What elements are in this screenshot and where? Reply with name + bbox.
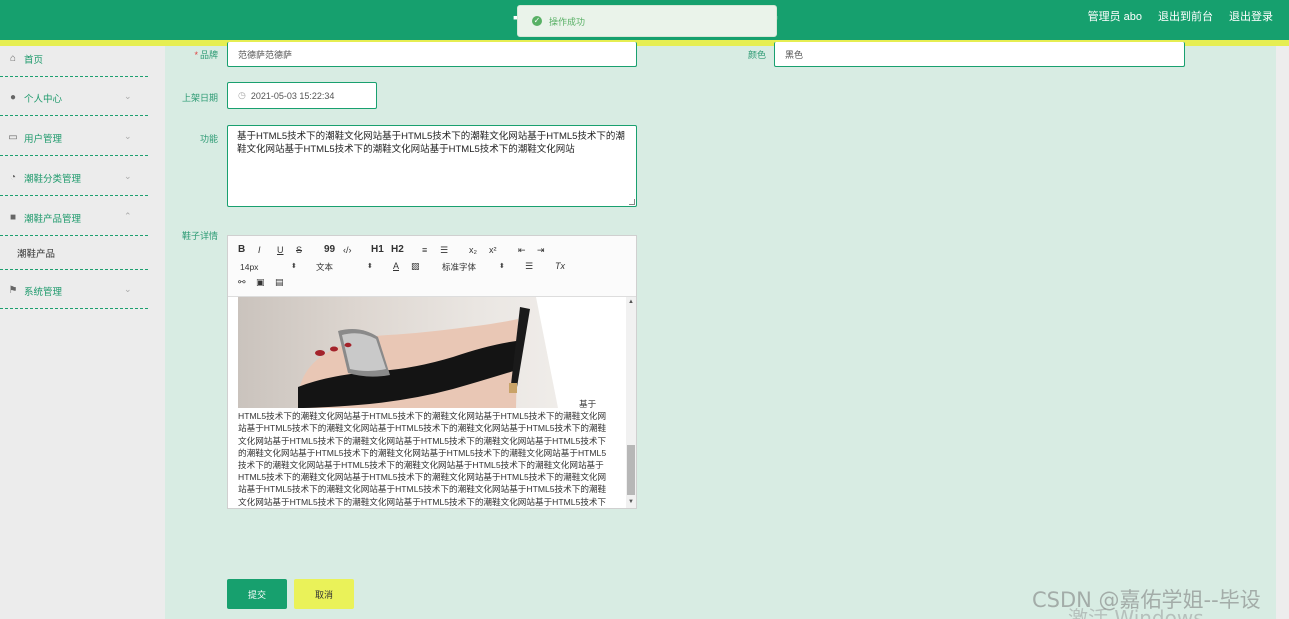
home-icon: ⌂ bbox=[9, 52, 17, 64]
outdent-icon[interactable]: ⇤ bbox=[518, 244, 526, 256]
clock-icon: ◷ bbox=[238, 90, 246, 100]
toast-message: 操作成功 bbox=[549, 16, 586, 27]
id-card-icon: ▭ bbox=[8, 131, 18, 143]
chevron-up-icon: ⌃ bbox=[124, 211, 132, 221]
function-textarea[interactable]: 基于HTML5技术下的潮鞋文化网站基于HTML5技术下的潮鞋文化网站基于HTML… bbox=[227, 125, 637, 207]
logout-link[interactable]: 退出登录 bbox=[1229, 8, 1273, 24]
select-arrow-icon: ⬍ bbox=[291, 263, 297, 270]
scroll-down-icon[interactable]: ▼ bbox=[626, 499, 636, 505]
select-arrow-icon: ⬍ bbox=[499, 263, 505, 270]
csdn-watermark: CSDN @嘉佑学姐--毕设 bbox=[1032, 588, 1261, 612]
sidebar-item-profile[interactable]: ● 个人中心 ⌄ bbox=[0, 80, 148, 116]
page-edge bbox=[1276, 46, 1289, 619]
chevron-down-icon: ⌄ bbox=[124, 171, 132, 181]
sidebar-item-category[interactable]: ◔ 潮鞋分类管理 ⌄ bbox=[0, 160, 148, 196]
superscript-button[interactable]: x² bbox=[489, 244, 497, 256]
dashboard-icon: ◔ bbox=[9, 171, 17, 183]
link-icon[interactable]: ⚯ bbox=[238, 276, 246, 288]
bullet-list-icon[interactable]: ☰ bbox=[440, 244, 448, 256]
video-icon[interactable]: ▤ bbox=[275, 276, 284, 288]
subscript-button[interactable]: x₂ bbox=[469, 244, 477, 256]
sidebar-item-label: 系统管理 bbox=[24, 286, 63, 298]
clear-format-icon[interactable]: Tx bbox=[555, 260, 565, 272]
italic-button[interactable]: I bbox=[258, 244, 261, 256]
chevron-down-icon: ⌄ bbox=[124, 131, 132, 141]
editor-text: 基于HTML5技术下的潮鞋文化网站基于HTML5技术下的潮鞋文化网站基于HTML… bbox=[238, 399, 607, 507]
h1-button[interactable]: H1 bbox=[371, 244, 384, 256]
sidebar-item-label: 潮鞋分类管理 bbox=[24, 173, 82, 185]
editor-toolbar: B I U S 99 ‹/› H1 H2 ≡ ☰ x₂ x² ⇤ ⇥ 14px ⬍… bbox=[228, 236, 636, 297]
h2-button[interactable]: H2 bbox=[391, 244, 404, 256]
sidebar-subitem-products[interactable]: 潮鞋产品 bbox=[0, 236, 148, 270]
indent-icon[interactable]: ⇥ bbox=[537, 244, 545, 256]
rich-text-editor: B I U S 99 ‹/› H1 H2 ≡ ☰ x₂ x² ⇤ ⇥ 14px ⬍… bbox=[227, 235, 637, 509]
ordered-list-icon[interactable]: ≡ bbox=[422, 244, 427, 256]
success-toast: ✓ 操作成功 bbox=[517, 5, 777, 37]
cancel-button[interactable]: 取消 bbox=[294, 579, 354, 609]
chevron-down-icon: ⌄ bbox=[124, 91, 132, 101]
font-size-select[interactable]: 14px ⬍ bbox=[240, 261, 300, 273]
strike-button[interactable]: S bbox=[296, 244, 302, 256]
background-color-icon[interactable]: ▨ bbox=[411, 260, 420, 272]
sidebar-item-label: 首页 bbox=[24, 54, 44, 66]
date-label: 上架日期 bbox=[181, 93, 218, 103]
monitor-icon: ■ bbox=[9, 211, 17, 223]
sidebar-item-label: 用户管理 bbox=[24, 133, 63, 145]
chevron-down-icon: ⌄ bbox=[124, 284, 132, 294]
admin-user-label: 管理员 abo bbox=[1087, 11, 1142, 23]
align-icon[interactable]: ☰ bbox=[525, 260, 533, 272]
text-style-select[interactable]: 文本 ⬍ bbox=[316, 261, 376, 273]
brand-label: * 品牌 bbox=[194, 50, 218, 60]
submit-button[interactable]: 提交 bbox=[227, 579, 287, 609]
quote-button[interactable]: 99 bbox=[324, 244, 335, 256]
shoe-image bbox=[238, 297, 580, 408]
sidebar-item-home[interactable]: ⌂ 首页 bbox=[0, 41, 148, 77]
font-color-button[interactable]: A bbox=[393, 260, 399, 272]
sidebar-item-users[interactable]: ▭ 用户管理 ⌄ bbox=[0, 120, 148, 156]
resize-handle[interactable] bbox=[629, 199, 635, 205]
scroll-up-icon[interactable]: ▲ bbox=[626, 299, 636, 305]
editor-scrollbar[interactable]: ▲ ▼ bbox=[626, 297, 636, 508]
brand-input[interactable]: 范德萨范德萨 bbox=[227, 42, 637, 67]
sidebar-item-label: 个人中心 bbox=[24, 93, 63, 105]
sidebar-item-system[interactable]: ⚑ 系统管理 ⌄ bbox=[0, 273, 148, 309]
bold-button[interactable]: B bbox=[238, 244, 245, 256]
sidebar-item-label: 潮鞋产品管理 bbox=[24, 213, 82, 225]
underline-button[interactable]: U bbox=[277, 244, 284, 256]
sidebar-item-products[interactable]: ■ 潮鞋产品管理 ⌃ bbox=[0, 200, 148, 236]
sidebar-subitem-label: 潮鞋产品 bbox=[17, 249, 56, 260]
code-button[interactable]: ‹/› bbox=[343, 244, 352, 256]
image-icon[interactable]: ▣ bbox=[256, 276, 265, 288]
date-picker[interactable]: ◷ 2021-05-03 15:22:34 bbox=[227, 82, 377, 109]
color-input[interactable]: 黑色 bbox=[774, 42, 1185, 67]
select-arrow-icon: ⬍ bbox=[367, 263, 373, 270]
exit-to-frontend-link[interactable]: 退出到前台 bbox=[1158, 8, 1213, 24]
scroll-thumb[interactable] bbox=[627, 445, 635, 495]
color-label: 颜色 bbox=[747, 50, 766, 60]
editor-content[interactable]: 基于HTML5技术下的潮鞋文化网站基于HTML5技术下的潮鞋文化网站基于HTML… bbox=[228, 297, 627, 508]
font-family-select[interactable]: 标准字体 ⬍ bbox=[442, 261, 506, 273]
function-label: 功能 bbox=[199, 134, 218, 144]
user-icon: ● bbox=[9, 91, 17, 103]
check-circle-icon: ✓ bbox=[532, 16, 542, 26]
flag-icon: ⚑ bbox=[8, 284, 18, 296]
detail-label: 鞋子详情 bbox=[181, 231, 218, 241]
